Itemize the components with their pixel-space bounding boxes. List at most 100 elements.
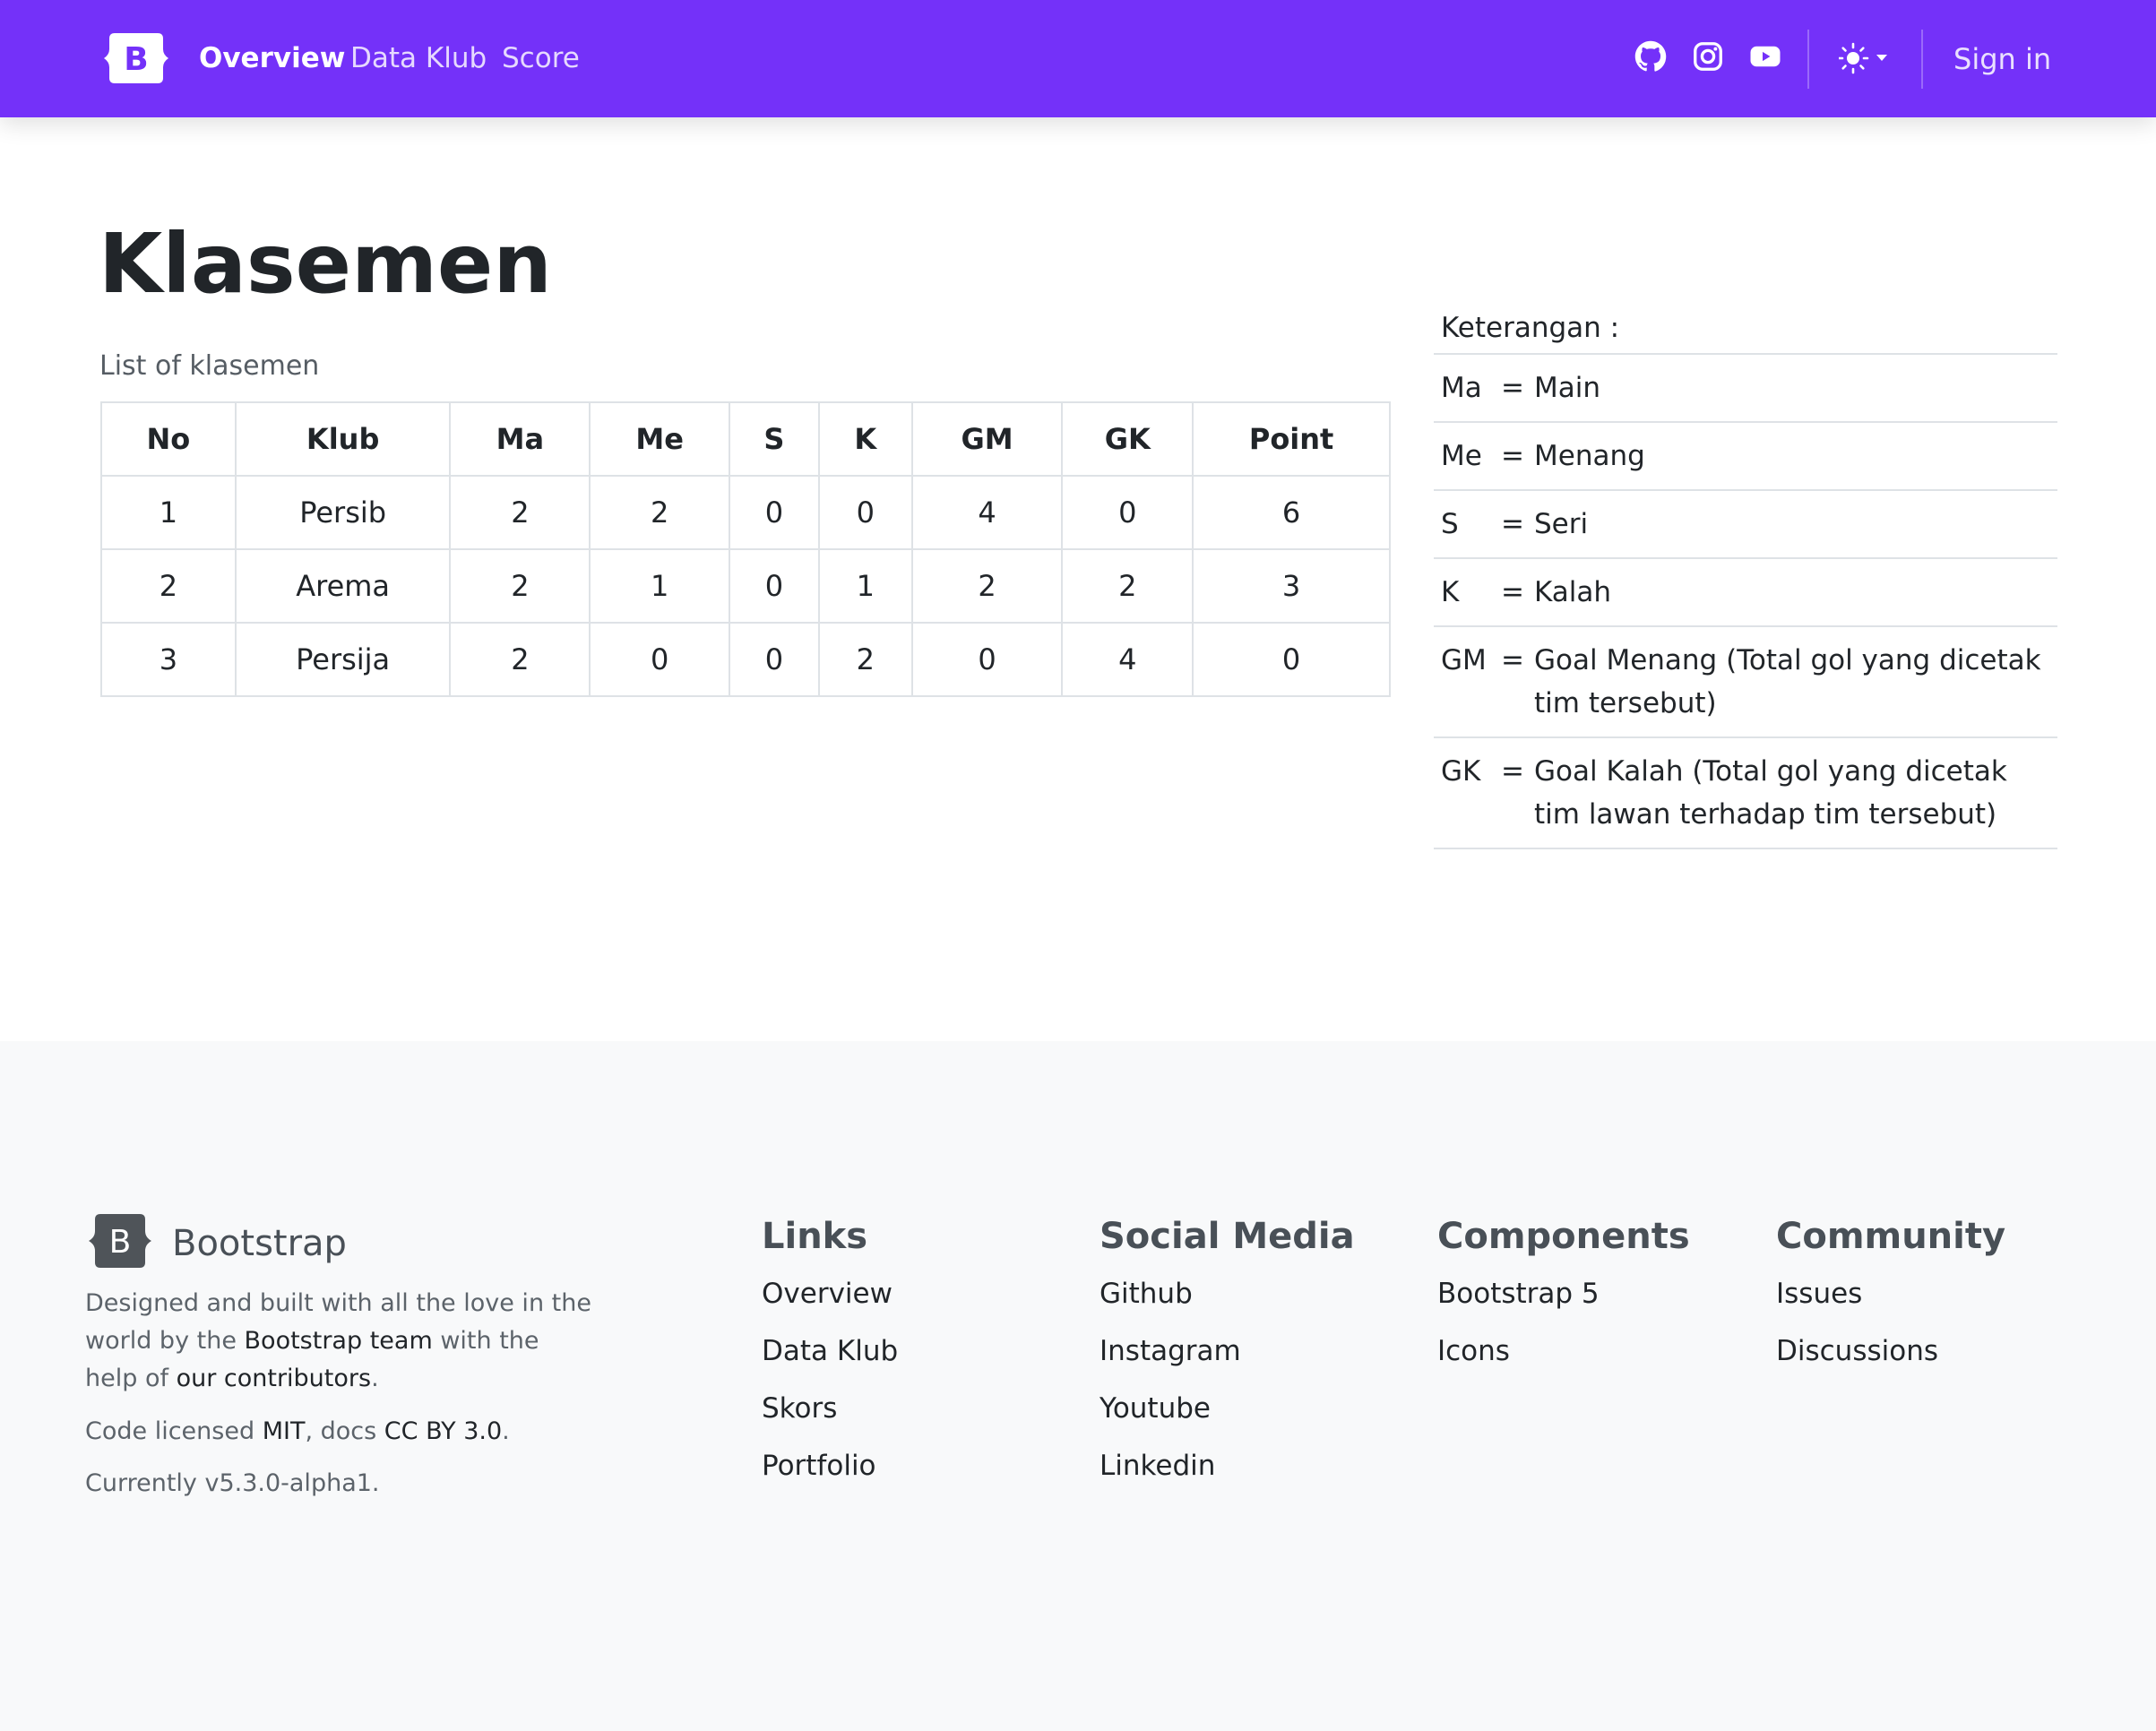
legend-abbr: GK — [1441, 755, 1481, 788]
footer-version: Currently v5.3.0-alpha1. — [85, 1469, 380, 1497]
table-caption: List of klasemen — [99, 350, 320, 382]
table-cell: 0 — [589, 622, 731, 697]
youtube-icon[interactable] — [1749, 40, 1781, 73]
footer-column-community: Community Issues Discussions — [1776, 1211, 2005, 1380]
column-header: Ma — [449, 401, 591, 477]
column-header: No — [100, 401, 237, 477]
table-cell: 0 — [729, 475, 820, 550]
instagram-icon[interactable] — [1692, 40, 1724, 73]
footer-column-links: Links Overview Data Klub Skors Portfolio — [762, 1211, 898, 1494]
footer-link-bootstrap-5[interactable]: Bootstrap 5 — [1437, 1265, 1690, 1322]
footer-column-title: Social Media — [1100, 1216, 1355, 1257]
sign-in-button[interactable]: Sign in — [1953, 38, 2051, 81]
footer-link-overview[interactable]: Overview — [762, 1265, 898, 1322]
column-header: K — [817, 401, 913, 477]
footer-column-title: Components — [1437, 1216, 1690, 1257]
legend-description: Main — [1534, 372, 1601, 404]
bootstrap-team-link[interactable]: Bootstrap team — [245, 1327, 433, 1355]
footer-description: Designed and built with all the love in … — [85, 1285, 591, 1398]
footer-link-skors[interactable]: Skors — [762, 1380, 898, 1437]
table-cell: 2 — [589, 475, 731, 550]
table-cell: 1 — [589, 548, 731, 624]
table-row: 3 Persija 2 0 0 2 0 4 0 — [100, 622, 1391, 697]
legend-abbr: Ma — [1441, 372, 1482, 404]
footer-link-linkedin[interactable]: Linkedin — [1100, 1437, 1355, 1494]
footer-link-issues[interactable]: Issues — [1776, 1265, 2005, 1322]
legend-description: Kalah — [1534, 576, 1612, 608]
legend-abbr: K — [1441, 576, 1460, 608]
legend-equals: = — [1501, 755, 1524, 788]
footer-column-title: Links — [762, 1216, 868, 1257]
cc-license-link[interactable]: CC BY 3.0 — [384, 1417, 502, 1445]
navbar-divider — [1921, 30, 1923, 89]
legend-description: Goal Menang (Total gol yang dicetak tim … — [1534, 644, 2041, 719]
legend-equals: = — [1501, 440, 1524, 472]
footer-link-data-klub[interactable]: Data Klub — [762, 1322, 898, 1380]
table-cell: 6 — [1192, 475, 1391, 550]
legend-table: Keterangan : Ma = Main Me = Menang S = S… — [1434, 305, 2057, 849]
contributors-link[interactable]: our contributors — [177, 1365, 372, 1392]
bootstrap-logo-icon[interactable]: B — [100, 30, 172, 87]
footer-link-discussions[interactable]: Discussions — [1776, 1322, 2005, 1380]
legend-abbr: Me — [1441, 440, 1482, 472]
mit-license-link[interactable]: MIT — [263, 1417, 306, 1445]
nav-overview[interactable]: Overview — [199, 36, 345, 81]
legend-abbr: GM — [1441, 644, 1487, 676]
bootstrap-logo-icon[interactable]: B — [86, 1211, 154, 1270]
column-header: Klub — [234, 401, 452, 477]
footer-line: help of our contributors. — [85, 1365, 379, 1392]
table-cell: 0 — [729, 548, 820, 624]
legend-item: GK = Goal Kalah (Total gol yang dicetak … — [1434, 738, 2057, 849]
nav-score[interactable]: Score — [502, 36, 580, 81]
table-cell: 2 — [449, 548, 591, 624]
legend-equals: = — [1501, 644, 1524, 676]
table-header-row: No Klub Ma Me S K GM GK Point — [100, 401, 1391, 477]
table-row: 1 Persib 2 2 0 0 4 0 6 — [100, 475, 1391, 550]
footer-link-portfolio[interactable]: Portfolio — [762, 1437, 898, 1494]
table-row: 2 Arema 2 1 0 1 2 2 3 — [100, 548, 1391, 624]
table-cell: 2 — [449, 622, 591, 697]
table-cell: 0 — [1061, 475, 1194, 550]
table-cell: Persija — [234, 622, 452, 697]
table-cell: 2 — [1061, 548, 1194, 624]
footer-brand-letter: B — [109, 1224, 132, 1261]
footer-link-icons[interactable]: Icons — [1437, 1322, 1690, 1380]
github-icon[interactable] — [1634, 40, 1667, 73]
footer-brand-name[interactable]: Bootstrap — [172, 1220, 347, 1267]
column-header: GK — [1061, 401, 1194, 477]
nav-data-klub[interactable]: Data Klub — [350, 36, 487, 81]
footer-license: Code licensed MIT, docs CC BY 3.0. — [85, 1417, 510, 1445]
brand-letter: B — [124, 41, 148, 78]
legend-heading-text: Keterangan : — [1441, 312, 1620, 344]
footer-link-youtube[interactable]: Youtube — [1100, 1380, 1355, 1437]
footer-column-components: Components Bootstrap 5 Icons — [1437, 1211, 1690, 1380]
legend-description: Goal Kalah (Total gol yang dicetak tim l… — [1534, 755, 2007, 831]
footer-line: Designed and built with all the love in … — [85, 1289, 591, 1317]
table-cell: 4 — [910, 475, 1064, 550]
column-header: GM — [910, 401, 1064, 477]
legend-item: GM = Goal Menang (Total gol yang dicetak… — [1434, 627, 2057, 738]
table-cell: Persib — [234, 475, 452, 550]
table-cell: 4 — [1061, 622, 1194, 697]
table-cell: 0 — [910, 622, 1064, 697]
page-title: Klasemen — [99, 216, 552, 312]
legend-item: Ma = Main — [1434, 355, 2057, 423]
table-cell: 1 — [100, 475, 237, 550]
table-cell: 0 — [729, 622, 820, 697]
column-header: Point — [1192, 401, 1391, 477]
legend-description: Seri — [1534, 508, 1589, 540]
table-cell: 1 — [817, 548, 913, 624]
table-cell: 3 — [1192, 548, 1391, 624]
table-cell: 3 — [100, 622, 237, 697]
legend-item: S = Seri — [1434, 491, 2057, 559]
footer-column-social-media: Social Media Github Instagram Youtube Li… — [1100, 1211, 1355, 1494]
footer-link-instagram[interactable]: Instagram — [1100, 1322, 1355, 1380]
sun-icon[interactable] — [1839, 39, 1894, 77]
table-cell: Arema — [234, 548, 452, 624]
footer-link-github[interactable]: Github — [1100, 1265, 1355, 1322]
footer-line: world by the Bootstrap team with the — [85, 1327, 539, 1355]
column-header: Me — [589, 401, 731, 477]
navbar-divider — [1807, 30, 1809, 89]
table-cell: 2 — [910, 548, 1064, 624]
footer-column-title: Community — [1776, 1216, 2006, 1257]
